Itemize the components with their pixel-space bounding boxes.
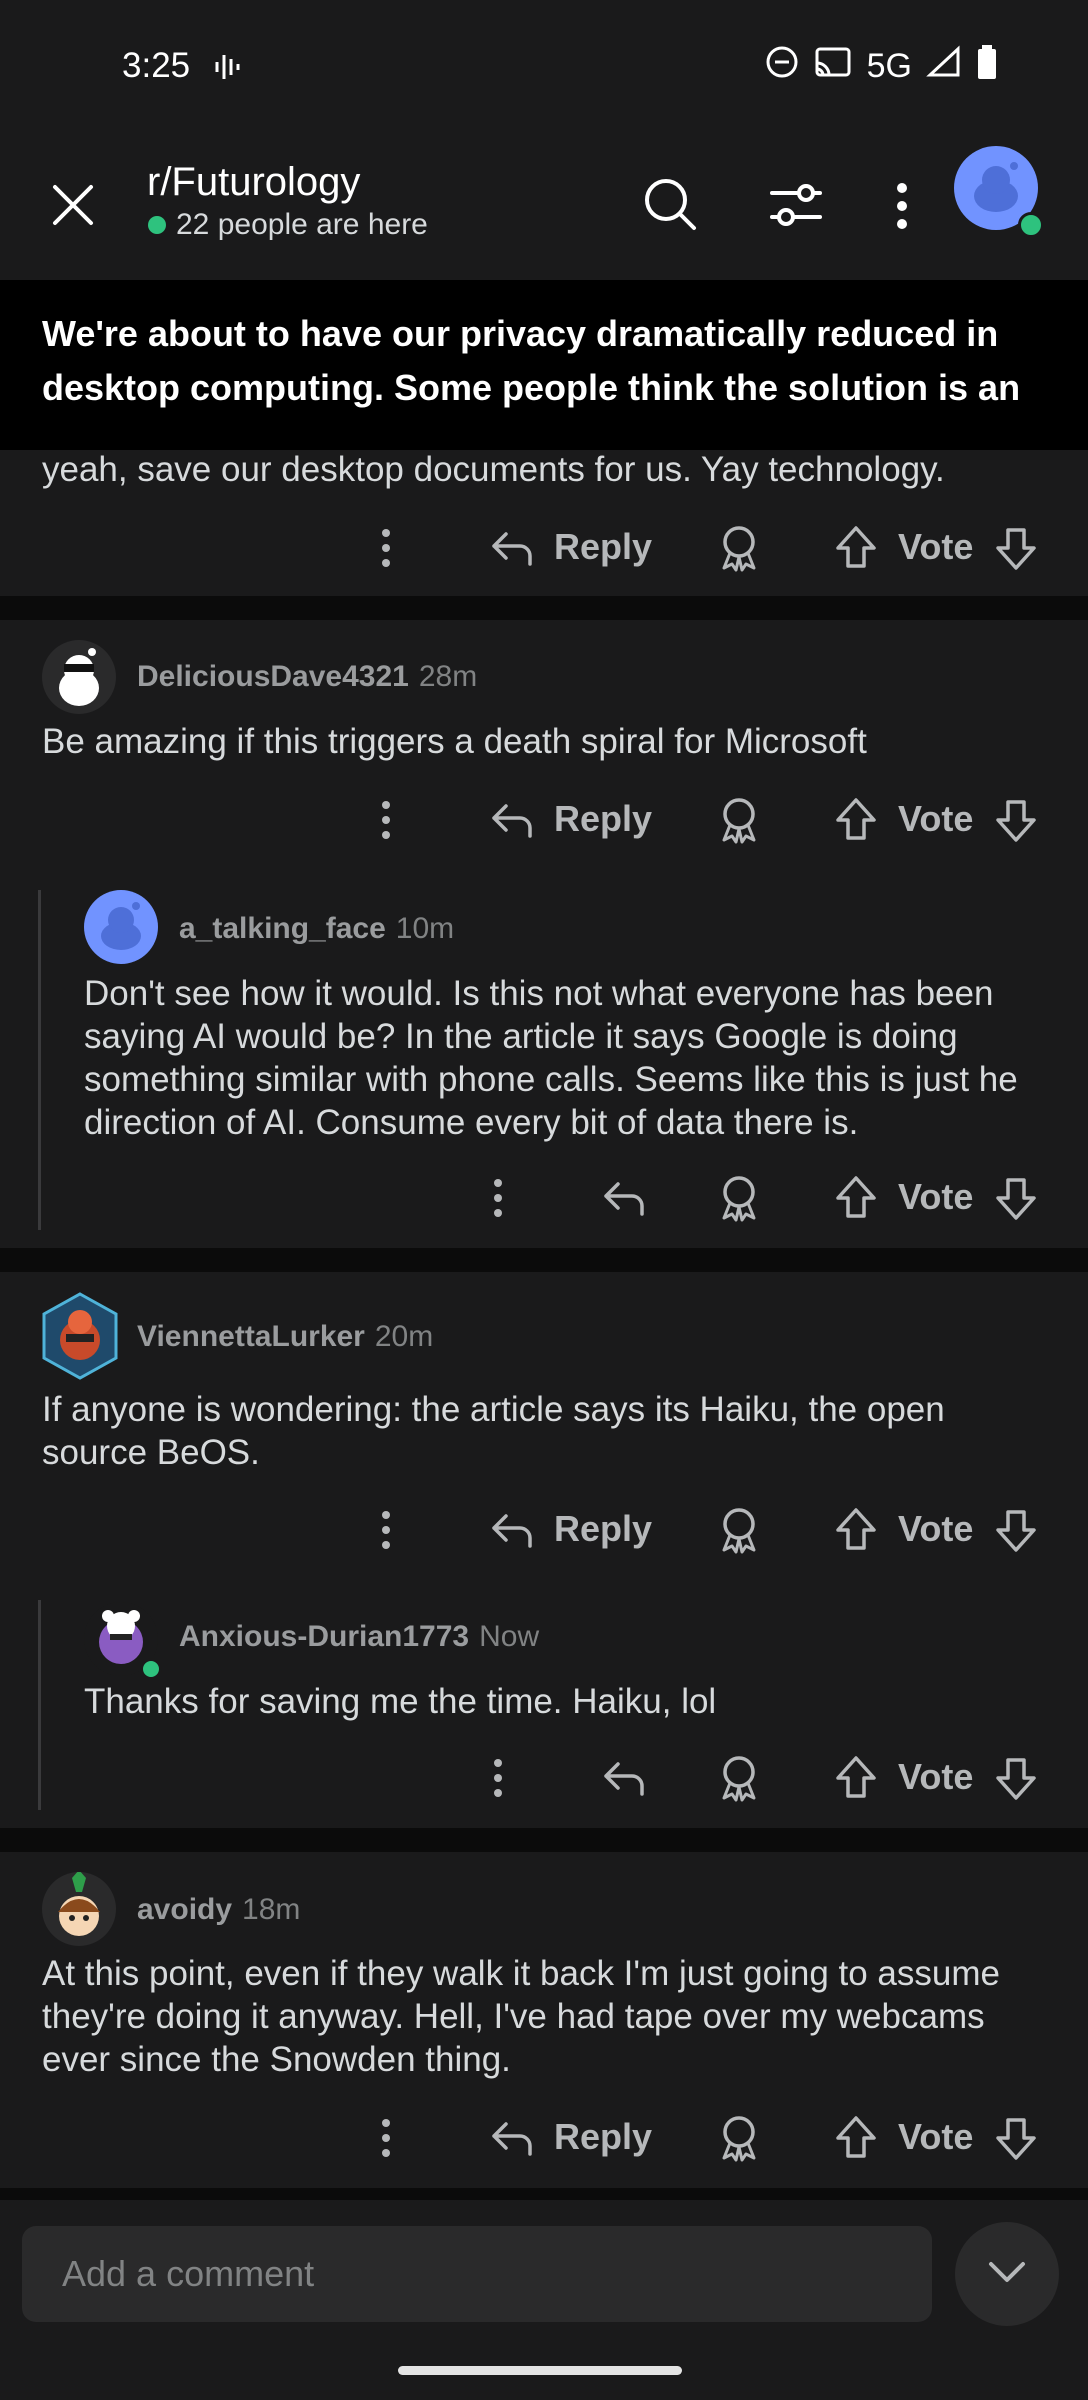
upvote-icon[interactable] <box>834 1174 878 1225</box>
award-icon[interactable] <box>716 796 762 849</box>
comment-text: Don't see how it would. Is this not what… <box>84 974 1018 1142</box>
downvote-icon[interactable] <box>994 798 1038 849</box>
username[interactable]: ViennettaLurker <box>137 1320 365 1353</box>
comment-author[interactable]: Anxious-Durian1773 Now <box>179 1620 539 1654</box>
home-indicator[interactable] <box>398 2366 682 2375</box>
close-icon[interactable] <box>50 182 96 233</box>
search-icon[interactable] <box>642 176 698 237</box>
comment-author[interactable]: avoidy 18m <box>137 1893 300 1927</box>
avatar[interactable] <box>42 640 116 714</box>
upvote-icon[interactable] <box>834 524 878 575</box>
online-count: 22 people are here <box>148 208 428 242</box>
network-label: 5G <box>866 47 912 85</box>
comment-actions: Reply Vote <box>0 2108 1088 2168</box>
comment-text: If anyone is wondering: the article says… <box>42 1390 945 1472</box>
comment-author[interactable]: DeliciousDave4321 28m <box>137 660 477 694</box>
filter-icon[interactable] <box>768 180 824 235</box>
comment-actions: Reply Vote <box>0 518 1088 578</box>
online-dot <box>148 216 166 234</box>
upvote-icon[interactable] <box>834 2114 878 2165</box>
comment-time: Now <box>479 1620 540 1653</box>
online-status-dot <box>1018 212 1044 238</box>
signal-icon <box>926 45 962 88</box>
upvote-icon[interactable] <box>834 1506 878 1557</box>
vote-label: Vote <box>898 798 974 839</box>
more-vert-icon[interactable] <box>376 528 396 573</box>
online-text: 22 people are here <box>176 208 428 241</box>
comment-time: 18m <box>242 1893 301 1926</box>
reply-icon[interactable] <box>602 1178 646 1223</box>
cast-icon <box>813 45 853 88</box>
reply-button[interactable]: Reply <box>554 1508 652 1550</box>
dnd-icon <box>765 45 799 88</box>
comment-card <box>0 620 1088 1248</box>
comment-time: 20m <box>374 1320 434 1353</box>
add-comment-input[interactable]: Add a comment <box>22 2226 932 2322</box>
award-icon[interactable] <box>716 1754 762 1807</box>
post-title: We're about to have our privacy dramatic… <box>42 313 1021 408</box>
reply-button[interactable]: Reply <box>554 526 652 568</box>
reply-icon[interactable] <box>490 1510 534 1555</box>
username[interactable]: a_talking_face <box>179 912 386 945</box>
collapse-button[interactable] <box>955 2222 1059 2326</box>
downvote-icon[interactable] <box>994 526 1038 577</box>
comment-time: 10m <box>395 912 455 945</box>
comment-actions: Reply Vote <box>0 1500 1088 1560</box>
reply-button[interactable]: Reply <box>554 2116 652 2158</box>
comment-text: Be amazing if this triggers a death spir… <box>42 722 867 761</box>
username[interactable]: DeliciousDave4321 <box>137 660 409 693</box>
online-status-dot <box>140 1658 162 1680</box>
reply-icon[interactable] <box>490 800 534 845</box>
reply-icon[interactable] <box>602 1758 646 1803</box>
upvote-icon[interactable] <box>834 796 878 847</box>
downvote-icon[interactable] <box>994 1756 1038 1807</box>
username[interactable]: avoidy <box>137 1893 232 1926</box>
vote-label: Vote <box>898 1176 974 1217</box>
comment-author[interactable]: ViennettaLurker 20m <box>137 1320 433 1354</box>
status-icons: 5G <box>765 44 998 89</box>
more-vert-icon[interactable] <box>488 1178 508 1223</box>
award-icon[interactable] <box>716 1174 762 1227</box>
comment-author[interactable]: a_talking_face 10m <box>179 912 454 946</box>
award-icon[interactable] <box>716 524 762 577</box>
more-vert-icon[interactable] <box>488 1758 508 1803</box>
avatar[interactable] <box>42 1872 116 1946</box>
more-vert-icon[interactable] <box>892 182 912 235</box>
chevron-down-icon <box>987 2260 1027 2289</box>
award-icon[interactable] <box>716 1506 762 1559</box>
comment-text: At this point, even if they walk it back… <box>42 1954 1000 2079</box>
subreddit-name[interactable]: r/Futurology <box>147 160 360 205</box>
comment-actions: Vote <box>0 1750 1088 1810</box>
comment-text: Thanks for saving me the time. Haiku, lo… <box>84 1682 717 1721</box>
reply-icon[interactable] <box>490 2118 534 2163</box>
comment-text: yeah, save our desktop documents for us.… <box>42 450 945 489</box>
downvote-icon[interactable] <box>994 1508 1038 1559</box>
vote-label: Vote <box>898 526 974 567</box>
avatar[interactable] <box>84 890 158 964</box>
more-vert-icon[interactable] <box>376 1510 396 1555</box>
add-comment-placeholder: Add a comment <box>62 2253 315 2294</box>
vote-label: Vote <box>898 1508 974 1549</box>
vote-label: Vote <box>898 1756 974 1797</box>
status-time: 3:25 <box>122 46 191 85</box>
downvote-icon[interactable] <box>994 2116 1038 2167</box>
battery-icon <box>976 44 998 89</box>
comment-actions: Vote <box>0 1170 1088 1230</box>
comment-actions: Reply Vote <box>0 790 1088 850</box>
comment-time: 28m <box>418 660 478 693</box>
award-icon[interactable] <box>716 2114 762 2167</box>
more-vert-icon[interactable] <box>376 2118 396 2163</box>
username[interactable]: Anxious-Durian1773 <box>179 1620 469 1653</box>
vote-label: Vote <box>898 2116 974 2157</box>
more-vert-icon[interactable] <box>376 800 396 845</box>
avatar[interactable] <box>40 1292 120 1380</box>
sound-wave-icon <box>214 50 244 89</box>
header <box>0 130 1088 280</box>
reply-icon[interactable] <box>490 528 534 573</box>
downvote-icon[interactable] <box>994 1176 1038 1227</box>
upvote-icon[interactable] <box>834 1754 878 1805</box>
reply-button[interactable]: Reply <box>554 798 652 840</box>
